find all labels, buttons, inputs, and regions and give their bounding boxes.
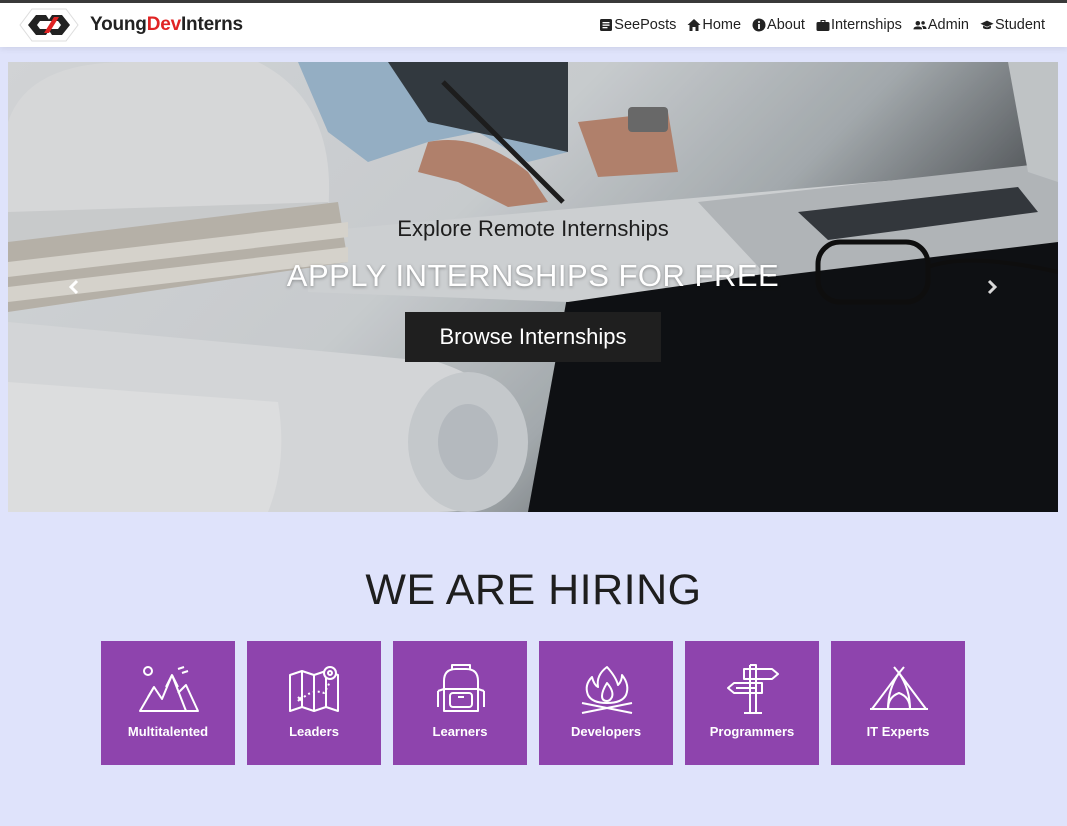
chevron-left-icon [68,279,79,295]
hiring-cards: Multitalented Leaders Learners Developer… [101,641,971,765]
carousel-next-button[interactable] [982,276,1002,298]
campfire-icon [581,666,633,714]
hero-subtitle: Explore Remote Internships [397,216,669,241]
hiring-card-label: Programmers [709,724,795,739]
hiring-card-it-experts[interactable]: IT Experts [831,641,965,765]
mountains-icon [139,666,199,712]
nav-item-about[interactable]: About [752,17,805,33]
navbar: YoungDevInterns SeePosts Home About Inte… [0,3,1067,47]
nav-item-home[interactable]: Home [687,17,741,33]
nav-item-admin[interactable]: Admin [913,17,969,33]
hiring-section-title: WE ARE HIRING [365,566,702,614]
brand-link[interactable]: YoungDevInterns [16,3,243,47]
tent-icon [870,666,928,710]
hiring-card-label: Developers [570,724,642,739]
info-icon [752,18,766,32]
users-icon [913,20,927,30]
graduation-cap-icon [980,20,994,30]
hiring-card-label: Multitalented [127,724,209,739]
nav-item-label: SeePosts [614,17,677,33]
backpack-icon [437,664,485,712]
nav-item-label: Home [702,17,742,33]
chevron-right-icon [987,279,998,295]
hiring-card-multitalented[interactable]: Multitalented [101,641,235,765]
nav-item-label: Internships [830,17,902,33]
hiring-card-programmers[interactable]: Programmers [685,641,819,765]
hero-title: APPLY INTERNSHIPS FOR FREE [286,258,780,293]
hero-carousel: Explore Remote Internships APPLY INTERNS… [8,62,1058,512]
nav-item-student[interactable]: Student [980,17,1045,33]
hiring-card-label: Leaders [289,724,339,739]
browse-internships-button[interactable]: Browse Internships [405,312,661,362]
briefcase-icon [816,20,830,31]
hiring-card-developers[interactable]: Developers [539,641,673,765]
nav-menu: SeePosts Home About Internships Admin St… [588,3,1045,47]
hiring-card-learners[interactable]: Learners [393,641,527,765]
logo-icon [19,8,79,42]
nav-item-label: About [767,17,805,33]
signpost-icon [727,664,779,714]
hiring-card-leaders[interactable]: Leaders [247,641,381,765]
hiring-card-label: IT Experts [866,724,930,739]
home-icon [687,19,701,31]
carousel-prev-button[interactable] [64,276,84,298]
brand-name: YoungDevInterns [90,14,243,35]
nav-item-internships[interactable]: Internships [816,17,902,33]
nav-item-label: Admin [927,17,969,33]
nav-item-label: Student [995,17,1045,33]
nav-item-seeposts[interactable]: SeePosts [599,17,676,33]
hiring-card-label: Learners [432,724,488,739]
posts-icon [600,19,613,31]
map-icon [289,666,339,712]
